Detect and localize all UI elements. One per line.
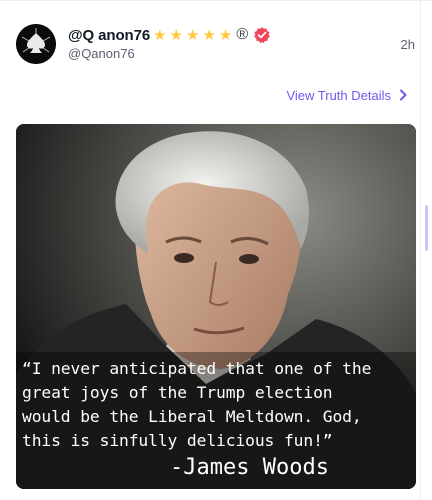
avatar-image bbox=[16, 24, 56, 64]
star-icon: ★ bbox=[218, 26, 233, 44]
star-icon: ★ bbox=[185, 26, 200, 44]
scroll-track[interactable] bbox=[420, 0, 421, 500]
display-name[interactable]: @Q anon76 bbox=[68, 27, 150, 44]
image-quote-author: -James Woods bbox=[170, 455, 329, 480]
post-author-row: @Q anon76 ★ ★ ★ ★ ★ ® bbox=[68, 24, 271, 46]
post-timestamp[interactable]: 2h bbox=[401, 37, 415, 52]
post-image[interactable]: “I never anticipated that one of the gre… bbox=[16, 124, 416, 489]
verified-badge-icon bbox=[254, 27, 271, 44]
top-divider bbox=[0, 0, 432, 1]
image-quote-text: “I never anticipated that one of the gre… bbox=[22, 359, 372, 450]
registered-icon: ® bbox=[236, 26, 249, 43]
view-truth-details-link[interactable]: View Truth Details bbox=[286, 86, 408, 104]
user-handle[interactable]: @Qanon76 bbox=[68, 46, 135, 61]
avatar[interactable] bbox=[16, 24, 56, 64]
star-icon: ★ bbox=[169, 26, 183, 44]
scrollbar-thumb[interactable] bbox=[425, 205, 428, 251]
star-icon: ★ bbox=[153, 26, 167, 44]
star-icon: ★ bbox=[202, 26, 216, 44]
chevron-right-icon bbox=[400, 89, 407, 101]
view-truth-details-label: View Truth Details bbox=[286, 87, 391, 103]
